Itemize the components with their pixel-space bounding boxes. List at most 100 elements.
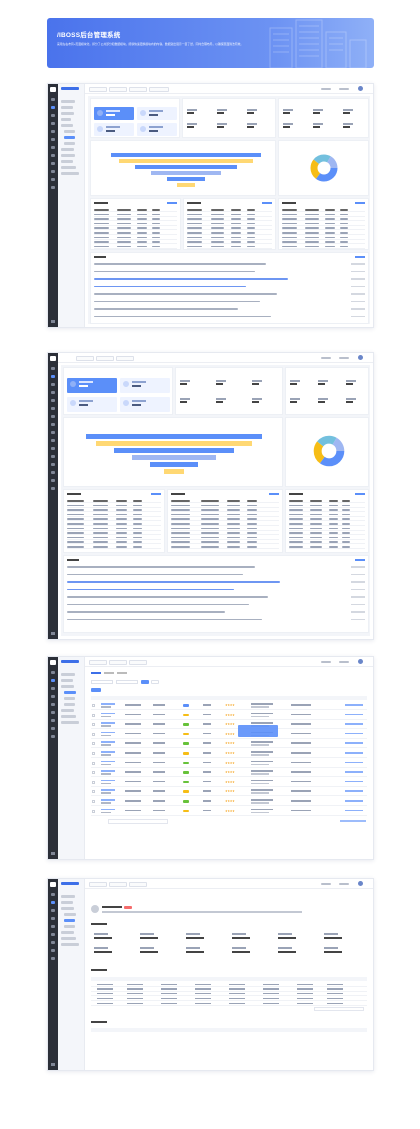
row-checkbox[interactable]: [92, 752, 95, 755]
order-id[interactable]: [101, 751, 115, 753]
stat-tile[interactable]: [67, 378, 117, 393]
menu-icon[interactable]: [51, 487, 55, 490]
menu-icon[interactable]: [51, 925, 55, 928]
row-actions[interactable]: [345, 790, 363, 792]
stat-tile[interactable]: [94, 107, 134, 120]
menu-icon[interactable]: [51, 170, 55, 173]
notice-link[interactable]: [321, 88, 331, 90]
page-tab[interactable]: [129, 660, 147, 665]
row-actions[interactable]: [345, 704, 363, 706]
menu-icon[interactable]: [51, 186, 55, 189]
row-checkbox[interactable]: [92, 732, 95, 736]
announcement-item[interactable]: [67, 573, 244, 576]
row-checkbox[interactable]: [92, 713, 95, 717]
menu-icon[interactable]: [51, 471, 55, 474]
announcement-item[interactable]: [94, 308, 239, 310]
row-actions[interactable]: [345, 732, 363, 735]
row-actions[interactable]: [345, 752, 363, 754]
menu-icon[interactable]: [51, 423, 55, 426]
filter-select[interactable]: [116, 680, 138, 684]
menu-icon[interactable]: [51, 917, 55, 920]
menu-icon[interactable]: [51, 727, 55, 730]
table-row[interactable]: ★★★★: [91, 778, 367, 787]
menu-icon[interactable]: [51, 375, 55, 378]
more-link[interactable]: [151, 493, 161, 495]
nav-item[interactable]: [64, 703, 75, 706]
row-checkbox[interactable]: [92, 809, 95, 813]
menu-icon[interactable]: [51, 98, 55, 101]
row-checkbox[interactable]: [92, 780, 95, 784]
announcement-item[interactable]: [67, 603, 250, 606]
menu-icon[interactable]: [51, 178, 55, 181]
row-checkbox[interactable]: [92, 790, 95, 794]
add-button[interactable]: [91, 688, 101, 692]
announcement-item[interactable]: [94, 293, 277, 295]
search-input[interactable]: [91, 680, 113, 684]
nav-item-active[interactable]: [64, 136, 75, 139]
menu-icon[interactable]: [51, 933, 55, 936]
page-tab[interactable]: [109, 882, 127, 887]
page-tab[interactable]: [109, 87, 127, 92]
table-row[interactable]: ★★★★: [91, 759, 367, 768]
pagination[interactable]: [314, 1007, 364, 1011]
row-actions[interactable]: [345, 771, 363, 773]
nav-item[interactable]: [61, 106, 73, 109]
help-link[interactable]: [339, 661, 349, 663]
stat-tile[interactable]: [67, 397, 117, 412]
table-row[interactable]: ★★★★: [91, 720, 367, 730]
more-link[interactable]: [355, 256, 365, 258]
table-row[interactable]: ★★★★: [91, 749, 367, 758]
page-tab[interactable]: [76, 356, 94, 361]
row-actions[interactable]: [345, 761, 363, 764]
help-link[interactable]: [339, 883, 349, 885]
announcement-item[interactable]: [67, 588, 235, 591]
stat-tile[interactable]: [120, 378, 170, 393]
status-tab[interactable]: [117, 672, 127, 674]
table-row[interactable]: ★★★★: [91, 701, 367, 710]
menu-icon[interactable]: [51, 957, 55, 960]
menu-icon[interactable]: [51, 447, 55, 450]
menu-icon[interactable]: [51, 893, 55, 896]
nav-item[interactable]: [61, 937, 76, 940]
help-link[interactable]: [339, 88, 349, 90]
menu-icon[interactable]: [51, 431, 55, 434]
announcement-item[interactable]: [94, 270, 255, 273]
menu-icon[interactable]: [51, 695, 55, 698]
order-id[interactable]: [101, 741, 115, 743]
menu-icon[interactable]: [51, 122, 55, 125]
nav-item[interactable]: [61, 673, 75, 676]
page-tab[interactable]: [96, 356, 114, 361]
menu-icon[interactable]: [51, 687, 55, 690]
row-checkbox[interactable]: [92, 800, 95, 803]
row-checkbox[interactable]: [92, 742, 95, 746]
avatar-icon[interactable]: [358, 659, 363, 664]
menu-icon[interactable]: [51, 455, 55, 458]
order-id[interactable]: [101, 808, 115, 811]
more-link[interactable]: [355, 493, 365, 495]
nav-item[interactable]: [61, 148, 74, 151]
menu-icon[interactable]: [51, 439, 55, 442]
stat-tile[interactable]: [120, 397, 170, 412]
announcement-item[interactable]: [67, 618, 262, 621]
collapse-icon[interactable]: [51, 632, 55, 635]
page-tab[interactable]: [89, 882, 107, 887]
menu-icon[interactable]: [51, 407, 55, 410]
announcement-item[interactable]: [67, 581, 280, 583]
more-link[interactable]: [355, 202, 365, 204]
announcement-item[interactable]: [67, 596, 268, 598]
menu-icon[interactable]: [51, 949, 55, 952]
collapse-icon[interactable]: [51, 1063, 55, 1066]
nav-item[interactable]: [61, 931, 74, 934]
nav-item-active[interactable]: [64, 919, 75, 922]
page-tab[interactable]: [149, 87, 169, 92]
nav-item[interactable]: [61, 721, 79, 724]
nav-item[interactable]: [61, 160, 73, 163]
menu-icon[interactable]: [51, 154, 55, 157]
collapse-icon[interactable]: [51, 320, 55, 323]
nav-item[interactable]: [61, 943, 79, 946]
row-checkbox[interactable]: [92, 723, 95, 727]
announcement-item[interactable]: [94, 300, 261, 303]
nav-item[interactable]: [61, 166, 76, 169]
order-id[interactable]: [101, 779, 115, 782]
avatar-icon[interactable]: [358, 355, 363, 360]
